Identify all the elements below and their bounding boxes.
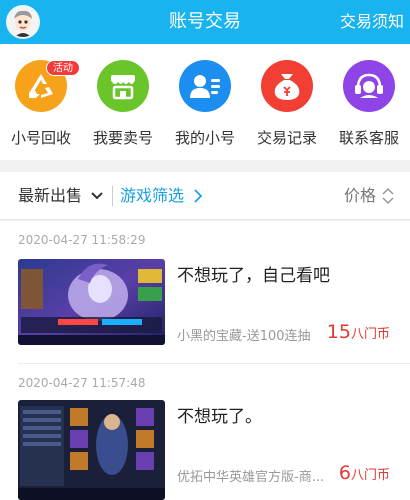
trade-rules-link[interactable]: 交易须知	[340, 0, 404, 44]
listing-price: 15八门币	[327, 321, 390, 343]
listing-title: 不想玩了，自己看吧	[177, 266, 330, 286]
money-bag-icon	[261, 60, 313, 112]
list-item[interactable]: 2020-04-27 11:57:48 不想玩了。 优拓中华英雄官方版-商...…	[0, 364, 410, 500]
menu-item-recycle[interactable]: 活动 小号回收	[0, 44, 82, 160]
shop-icon	[97, 60, 149, 112]
listing-price: 6八门币	[339, 462, 390, 484]
price-value: 6	[338, 462, 351, 484]
price-unit: 八门币	[350, 468, 390, 483]
divider	[112, 186, 113, 206]
listing-thumbnail[interactable]	[18, 400, 165, 500]
list-item[interactable]: 2020-04-27 11:58:29 不想玩了，自己看吧 小黑的宝藏-送100…	[0, 221, 410, 363]
listing-game-name: 小黑的宝藏-送100连抽	[177, 329, 311, 344]
listing-time: 2020-04-27 11:57:48	[18, 376, 146, 390]
menu-item-sell-account[interactable]: 我要卖号	[82, 44, 164, 160]
menu-label: 我要卖号	[92, 129, 153, 147]
menu-label: 交易记录	[256, 129, 317, 147]
menu-label: 联系客服	[338, 129, 399, 147]
listing-thumbnail[interactable]	[18, 259, 165, 345]
customer-service-icon	[343, 60, 395, 112]
price-sort-button[interactable]: 价格	[344, 172, 376, 220]
sort-icon[interactable]	[382, 188, 394, 204]
listing-title: 不想玩了。	[177, 407, 262, 427]
top-bar: 账号交易 交易须知	[0, 0, 410, 44]
menu-item-my-accounts[interactable]: 我的小号	[164, 44, 246, 160]
listing-game-name: 优拓中华英雄官方版-商...	[177, 470, 325, 485]
price-value: 15	[326, 321, 351, 343]
filter-bar: 最新出售 游戏筛选 价格	[0, 172, 410, 220]
listing-list: 2020-04-27 11:58:29 不想玩了，自己看吧 小黑的宝藏-送100…	[0, 221, 410, 500]
menu-item-customer-service[interactable]: 联系客服	[328, 44, 410, 160]
chevron-right-icon[interactable]	[193, 189, 203, 203]
game-filter-button[interactable]: 游戏筛选	[120, 172, 184, 220]
sort-latest-dropdown[interactable]: 最新出售	[18, 172, 82, 220]
listing-time: 2020-04-27 11:58:29	[18, 233, 146, 247]
chevron-down-icon[interactable]	[91, 191, 103, 201]
user-profile-icon	[179, 60, 231, 112]
price-unit: 八门币	[350, 327, 390, 342]
menu-item-trade-records[interactable]: 交易记录	[246, 44, 328, 160]
menu-label: 我的小号	[174, 129, 235, 147]
event-badge: 活动	[46, 60, 80, 76]
menu-label: 小号回收	[10, 129, 71, 147]
quick-menu: 活动 小号回收 我要卖号 我的小号 交易记录 联系客服	[0, 44, 410, 160]
